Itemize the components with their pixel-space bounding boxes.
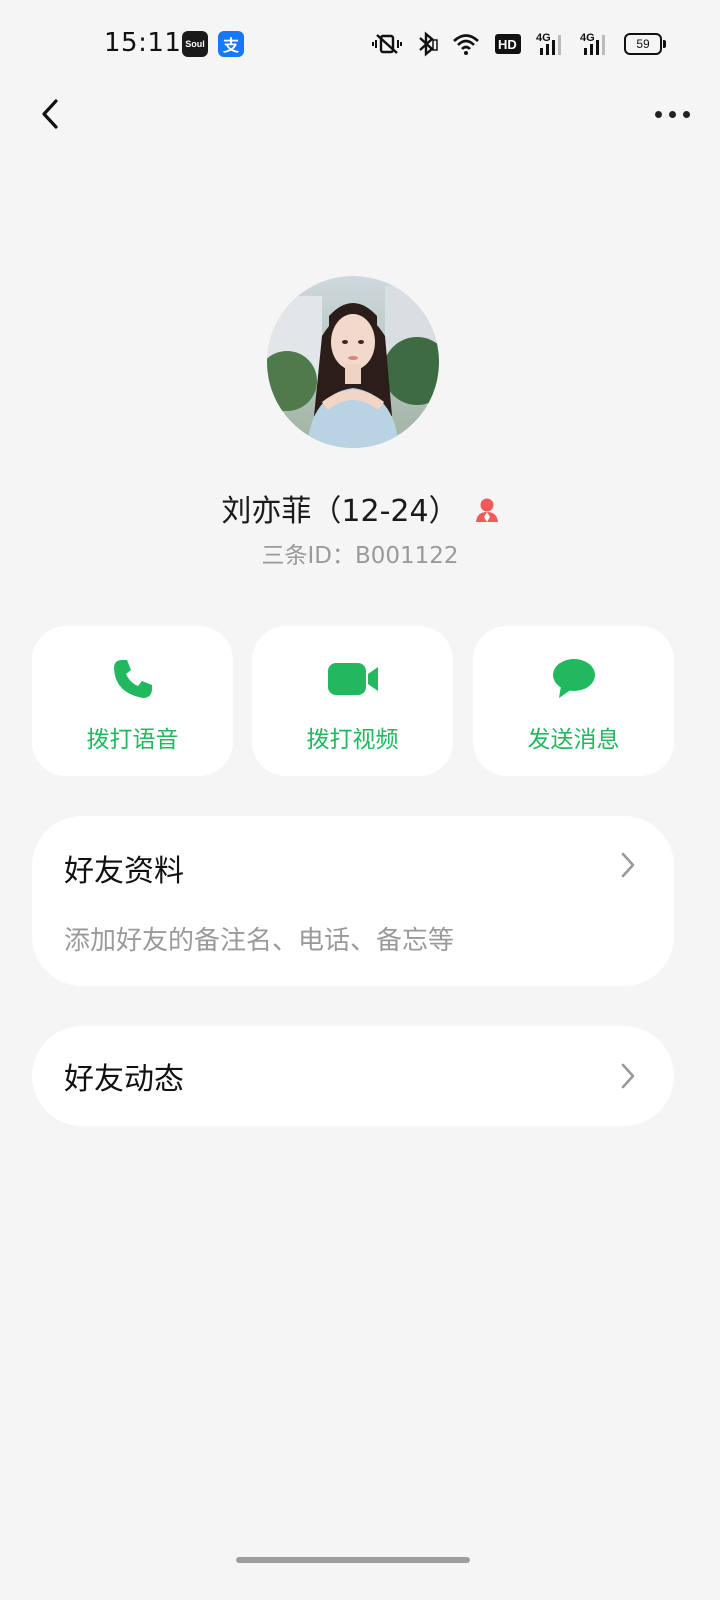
phone-icon [113, 660, 152, 698]
friend-profile-item[interactable]: 好友资料 添加好友的备注名、电话、备忘等 [32, 816, 674, 986]
chevron-right-icon [618, 850, 638, 880]
svg-text:4G: 4G [580, 32, 595, 44]
avatar[interactable] [267, 276, 439, 448]
voice-call-label: 拨打语音 [86, 727, 179, 753]
friend-moments-item[interactable]: 好友动态 [32, 1026, 674, 1126]
voice-call-button[interactable]: 拨打语音 [32, 626, 233, 776]
svg-text:HD: HD [498, 37, 517, 52]
status-icons: HD 4G 4G 59 [372, 30, 666, 58]
signal-4g-icon: 4G [536, 32, 561, 55]
back-button[interactable] [30, 92, 70, 136]
avatar-photo [267, 276, 439, 448]
vibrate-mute-icon [372, 34, 402, 54]
send-message-button[interactable]: 发送消息 [473, 626, 674, 776]
more-options-button[interactable] [646, 96, 698, 132]
friend-moments-title: 好友动态 [64, 1062, 184, 1097]
female-user-icon [475, 497, 499, 523]
signal-4g-icon: 4G [580, 32, 605, 55]
send-message-label: 发送消息 [527, 727, 620, 753]
more-dots-icon [654, 110, 662, 118]
video-call-label: 拨打视频 [306, 727, 399, 753]
home-indicator[interactable] [236, 1557, 470, 1563]
status-time: 15:11 [104, 28, 182, 58]
more-dots-icon [682, 110, 690, 118]
wifi-icon [453, 34, 479, 55]
video-call-button[interactable]: 拨打视频 [252, 626, 453, 776]
video-camera-icon [327, 663, 378, 695]
status-bar: 15:11 Soul 支 HD 4G 4G 59 [0, 0, 720, 90]
friend-profile-title: 好友资料 [64, 854, 184, 889]
chevron-right-icon [618, 1061, 638, 1091]
hd-icon: HD [495, 34, 521, 54]
more-dots-icon [668, 110, 676, 118]
svg-text:4G: 4G [536, 32, 551, 44]
chevron-left-icon [42, 99, 58, 129]
chat-bubble-icon [552, 659, 595, 698]
alipay-app-icon: 支 [218, 31, 244, 57]
bluetooth-icon [419, 31, 438, 57]
friend-profile-subtitle: 添加好友的备注名、电话、备忘等 [64, 926, 455, 956]
battery-icon: 59 [624, 33, 666, 55]
contact-detail-screen: 15:11 Soul 支 HD 4G 4G 59 刘亦菲（12-24） 三条ID… [0, 0, 720, 1600]
contact-id: 三条ID：B001122 [261, 543, 459, 569]
contact-name: 刘亦菲（12-24） [221, 494, 459, 529]
soul-app-icon: Soul [182, 31, 208, 57]
name-row: 刘亦菲（12-24） [0, 486, 720, 530]
